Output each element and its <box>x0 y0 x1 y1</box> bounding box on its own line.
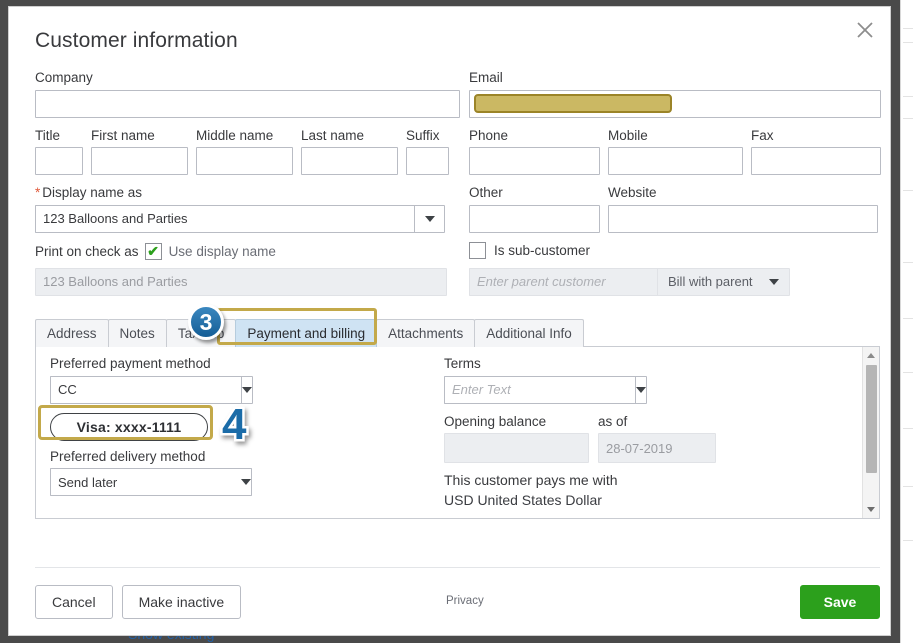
panel-scrollbar[interactable] <box>862 347 879 518</box>
panel-content: Preferred payment method Visa: xxxx-1111… <box>36 347 879 518</box>
print-on-check-input <box>35 267 447 296</box>
privacy-link[interactable]: Privacy <box>446 595 484 607</box>
display-name-label: Display name as <box>35 186 460 200</box>
phone-fields-row: Phone Mobile Fax <box>469 127 881 175</box>
terms-combo[interactable] <box>444 375 647 404</box>
last-name-label: Last name <box>301 127 365 143</box>
annotation-badge-4-number: 4 <box>222 400 247 448</box>
preferred-delivery-method-combo[interactable] <box>50 468 252 496</box>
scroll-down-icon[interactable] <box>863 501 880 518</box>
suffix-input[interactable] <box>406 147 449 175</box>
annotation-badge-3: 3 <box>188 304 224 340</box>
first-name-label: First name <box>91 127 155 143</box>
middle-name-label: Middle name <box>196 127 274 143</box>
scrollbar-thumb[interactable] <box>865 365 877 473</box>
middle-name-input[interactable] <box>196 147 293 175</box>
is-sub-customer-checkbox[interactable] <box>469 241 486 259</box>
opening-balance-label: Opening balance <box>444 413 547 429</box>
chevron-down-icon[interactable] <box>414 204 445 233</box>
fax-label: Fax <box>751 127 774 143</box>
footer-left-buttons: Cancel Make inactive <box>35 585 242 619</box>
display-name-field: Display name as <box>35 186 460 233</box>
tab-additional-info[interactable]: Additional Info <box>474 319 584 347</box>
footer-right-buttons: Save <box>800 585 880 619</box>
tab-attachments[interactable]: Attachments <box>376 319 476 347</box>
parent-customer-row: Bill with parent <box>469 267 881 296</box>
is-sub-customer-row: Is sub-customer <box>469 241 881 259</box>
title-label: Title <box>35 127 61 143</box>
footer-divider <box>35 567 880 568</box>
company-label: Company <box>35 70 93 85</box>
left-form-column: Company Title First name Middle name Las… <box>35 71 460 296</box>
display-name-combo[interactable] <box>35 204 445 233</box>
email-label: Email <box>469 70 503 85</box>
right-form-column: Email Phone Mobile Fax Other Website Is … <box>469 71 881 296</box>
tab-notes[interactable]: Notes <box>107 319 167 347</box>
screenshot-root: Show existing Customer information Compa… <box>0 0 915 643</box>
preferred-payment-method-combo[interactable] <box>50 375 253 404</box>
pays-me-with-value: USD United States Dollar <box>444 492 602 508</box>
visa-card-pill[interactable]: Visa: xxxx-1111 <box>50 412 208 441</box>
customer-information-dialog: Customer information Company Title First… <box>8 6 891 636</box>
payment-and-billing-panel: Preferred payment method Visa: xxxx-1111… <box>35 346 880 519</box>
background-page-edge <box>900 0 915 643</box>
bill-with-parent-dropdown[interactable]: Bill with parent <box>657 267 790 296</box>
suffix-label: Suffix <box>406 127 440 143</box>
print-on-check-row: Print on check as ✔ Use display name <box>35 242 460 260</box>
as-of-date-input[interactable] <box>598 433 716 463</box>
tab-address[interactable]: Address <box>35 319 109 347</box>
mobile-input[interactable] <box>608 147 743 175</box>
preferred-payment-method-input[interactable] <box>50 375 241 404</box>
first-name-input[interactable] <box>91 147 188 175</box>
tab-strip: Address Notes Tax info Payment and billi… <box>35 319 880 347</box>
opening-balance-row: Opening balance as of <box>444 406 844 463</box>
other-input[interactable] <box>469 204 600 233</box>
chevron-down-icon[interactable] <box>635 375 647 404</box>
other-website-row: Other Website <box>469 186 881 233</box>
cancel-button[interactable]: Cancel <box>35 585 113 619</box>
scroll-up-icon[interactable] <box>863 347 880 364</box>
dialog-footer: Cancel Make inactive Privacy Save <box>35 585 880 621</box>
opening-balance-input[interactable] <box>444 433 589 463</box>
print-on-check-label: Print on check as <box>35 243 139 259</box>
panel-right-column: Terms Opening balance as of <box>444 357 844 508</box>
other-label: Other <box>469 185 503 200</box>
use-display-name-label: Use display name <box>168 243 276 259</box>
annotation-badge-4: 4 <box>216 398 258 453</box>
use-display-name-checkbox[interactable]: ✔ <box>144 242 162 260</box>
save-button[interactable]: Save <box>800 585 880 619</box>
mobile-label: Mobile <box>608 127 648 143</box>
chevron-down-icon[interactable] <box>241 468 252 496</box>
phone-label: Phone <box>469 127 509 143</box>
name-fields-row: Title First name Middle name Last name S… <box>35 127 460 175</box>
website-label: Website <box>608 185 657 200</box>
title-input[interactable] <box>35 147 83 175</box>
make-inactive-button[interactable]: Make inactive <box>121 585 242 619</box>
pays-me-with-label: This customer pays me with <box>444 472 618 488</box>
annotation-badge-3-number: 3 <box>188 304 224 340</box>
page-title: Customer information <box>35 29 238 52</box>
preferred-payment-method-label: Preferred payment method <box>50 356 211 371</box>
tab-payment-and-billing[interactable]: Payment and billing <box>235 319 378 347</box>
bill-with-parent-label: Bill with parent <box>668 274 753 289</box>
display-name-input[interactable] <box>35 204 414 233</box>
website-input[interactable] <box>608 204 878 233</box>
as-of-label: as of <box>598 413 628 429</box>
terms-input[interactable] <box>444 375 635 404</box>
is-sub-customer-label: Is sub-customer <box>494 242 591 258</box>
parent-customer-combo[interactable] <box>469 267 672 296</box>
email-redaction-bar <box>474 93 672 113</box>
phone-input[interactable] <box>469 147 600 175</box>
parent-customer-input[interactable] <box>469 267 660 296</box>
close-icon[interactable] <box>848 13 882 47</box>
fax-input[interactable] <box>751 147 881 175</box>
last-name-input[interactable] <box>301 147 398 175</box>
preferred-delivery-method-input[interactable] <box>50 468 241 496</box>
tabs-area: Address Notes Tax info Payment and billi… <box>35 319 880 519</box>
terms-label: Terms <box>444 356 481 371</box>
company-input[interactable] <box>35 89 460 118</box>
